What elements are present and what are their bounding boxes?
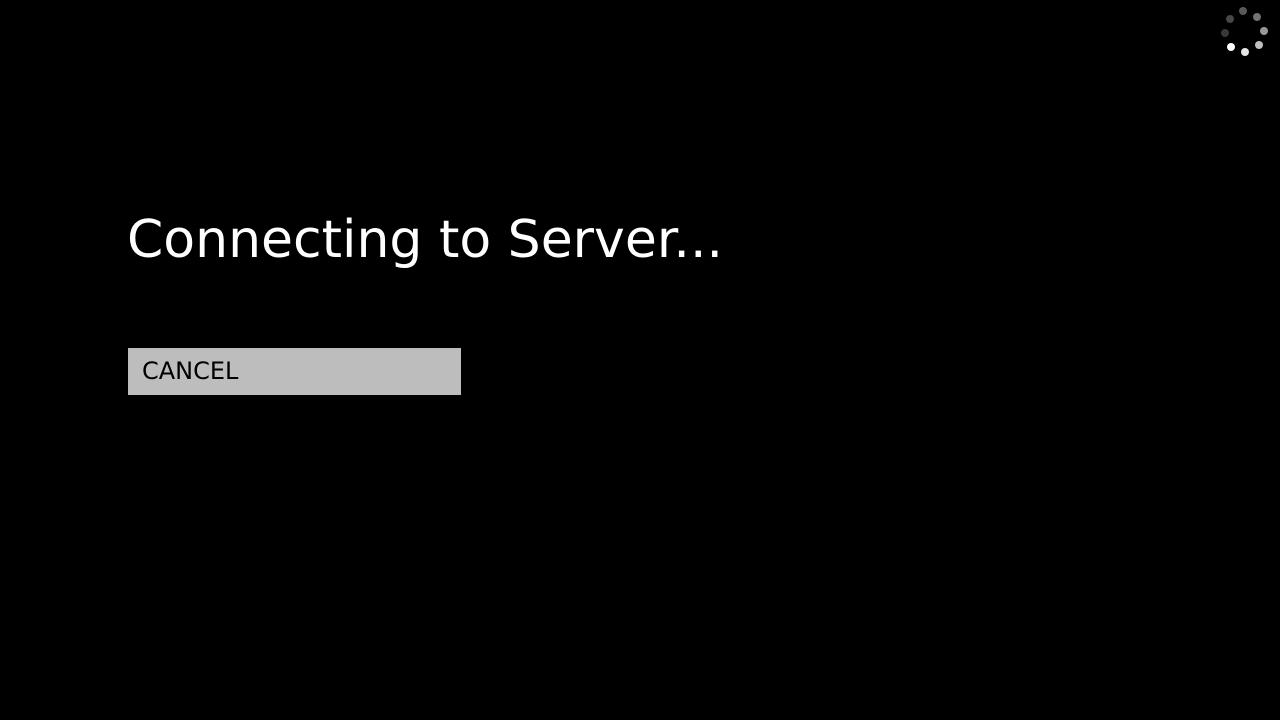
spinner-dot [1227,43,1235,51]
connecting-screen: Connecting to Server... CANCEL [0,0,1280,720]
loading-spinner-icon [1218,6,1274,62]
spinner-dot [1260,27,1268,35]
spinner-dot [1255,41,1263,49]
spinner-dot [1226,15,1234,23]
cancel-button[interactable]: CANCEL [128,348,461,395]
spinner-dot [1241,48,1249,56]
spinner-dot [1253,13,1261,21]
connecting-title: Connecting to Server... [127,210,724,270]
spinner-dot [1239,7,1247,15]
spinner-dot [1221,29,1229,37]
